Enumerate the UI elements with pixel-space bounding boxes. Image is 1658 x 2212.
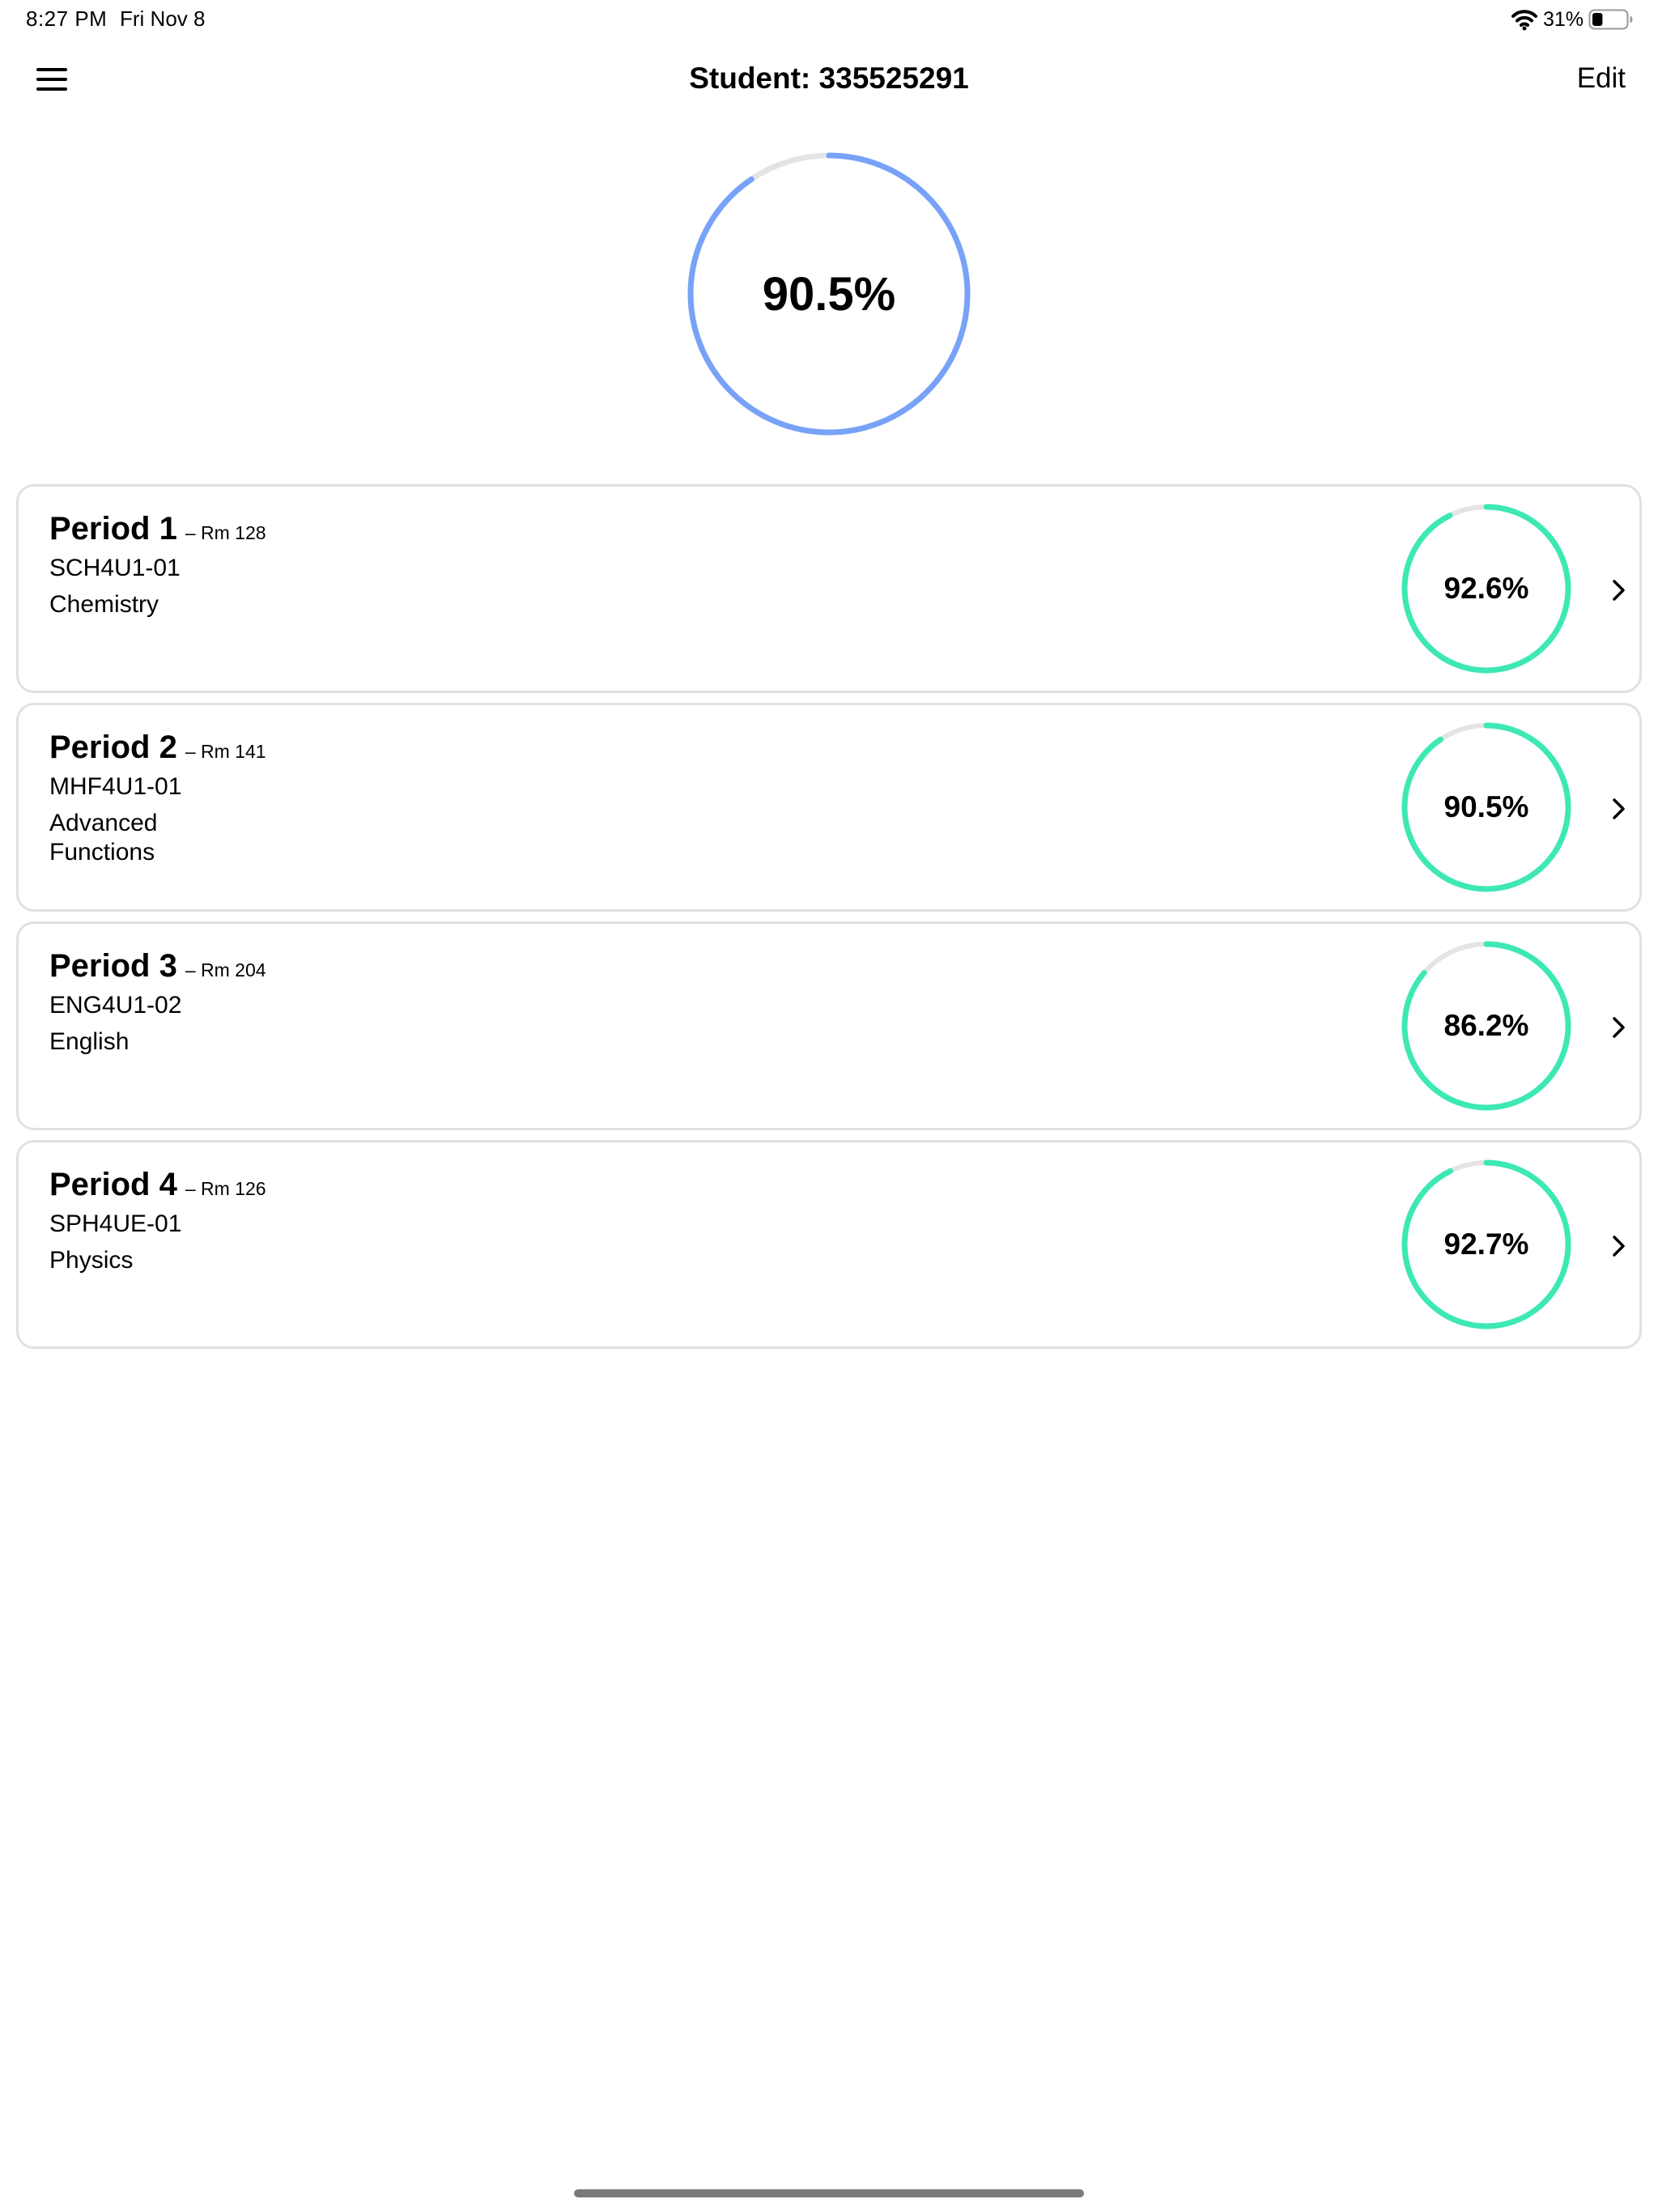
wifi-icon [1511,10,1537,31]
course-period: Period 1 [49,511,177,547]
battery-icon [1588,9,1633,30]
course-header: Period 3 – Rm 204 [49,948,266,985]
course-room: – Rm 128 [185,522,266,543]
course-period: Period 3 [49,948,177,984]
course-room: – Rm 141 [185,741,266,762]
course-card-period-2[interactable]: Period 2 – Rm 141 MHF4U1-01 Advanced Func… [16,703,1642,912]
course-grade-value: 90.5% [1443,790,1529,823]
course-grade-ring: 92.6% [1401,504,1571,674]
course-room: – Rm 204 [185,959,266,981]
menu-bar [36,78,67,81]
status-date: Fri Nov 8 [120,6,206,31]
edit-button[interactable]: Edit [1577,62,1626,95]
chevron-right-icon[interactable] [1610,1233,1628,1259]
overall-average-value: 90.5% [762,267,896,321]
page-title: Student: 335525291 [689,62,969,95]
course-grade-value: 86.2% [1443,1009,1529,1042]
course-name: Chemistry [49,591,159,618]
status-time: 8:27 PM [26,6,108,31]
course-header: Period 4 – Rm 126 [49,1167,266,1203]
course-header: Period 1 – Rm 128 [49,511,266,547]
course-grade-value: 92.6% [1443,572,1529,605]
status-indicators: 31% [1511,5,1634,34]
chevron-right-icon[interactable] [1610,1015,1628,1040]
course-period: Period 4 [49,1167,177,1202]
hamburger-menu-icon[interactable] [32,60,71,99]
navigation-bar: Student: 335525291 Edit [0,45,1658,113]
course-code: ENG4U1-02 [49,992,182,1019]
menu-bar [36,68,67,71]
course-card-period-3[interactable]: Period 3 – Rm 204 ENG4U1-02 English 86.2% [16,921,1642,1130]
status-bar: 8:27 PM Fri Nov 8 31% [0,0,1658,39]
chevron-right-icon[interactable] [1610,796,1628,822]
course-code: MHF4U1-01 [49,773,182,800]
overall-average-ring: 90.5% [687,152,971,436]
course-name: Physics [49,1247,134,1274]
home-indicator[interactable] [574,2189,1084,2197]
course-code: SPH4UE-01 [49,1210,182,1237]
menu-bar [36,87,67,91]
course-card-period-1[interactable]: Period 1 – Rm 128 SCH4U1-01 Chemistry 92.… [16,484,1642,693]
course-grade-ring: 92.7% [1401,1159,1571,1329]
course-list: Period 1 – Rm 128 SCH4U1-01 Chemistry 92.… [16,484,1642,1359]
course-name: English [49,1028,130,1055]
course-code: SCH4U1-01 [49,555,181,581]
app-screen: 8:27 PM Fri Nov 8 31% Student: 335525291 [0,0,1658,2212]
battery-percent: 31% [1542,7,1584,31]
course-grade-ring: 86.2% [1401,941,1571,1111]
course-period: Period 2 [49,730,177,765]
course-header: Period 2 – Rm 141 [49,730,266,766]
course-card-period-4[interactable]: Period 4 – Rm 126 SPH4UE-01 Physics 92.7% [16,1140,1642,1349]
chevron-right-icon[interactable] [1610,577,1628,603]
course-room: – Rm 126 [185,1178,266,1199]
course-grade-ring: 90.5% [1401,722,1571,892]
course-grade-value: 92.7% [1443,1227,1529,1261]
course-name: Advanced Functions [49,810,158,866]
